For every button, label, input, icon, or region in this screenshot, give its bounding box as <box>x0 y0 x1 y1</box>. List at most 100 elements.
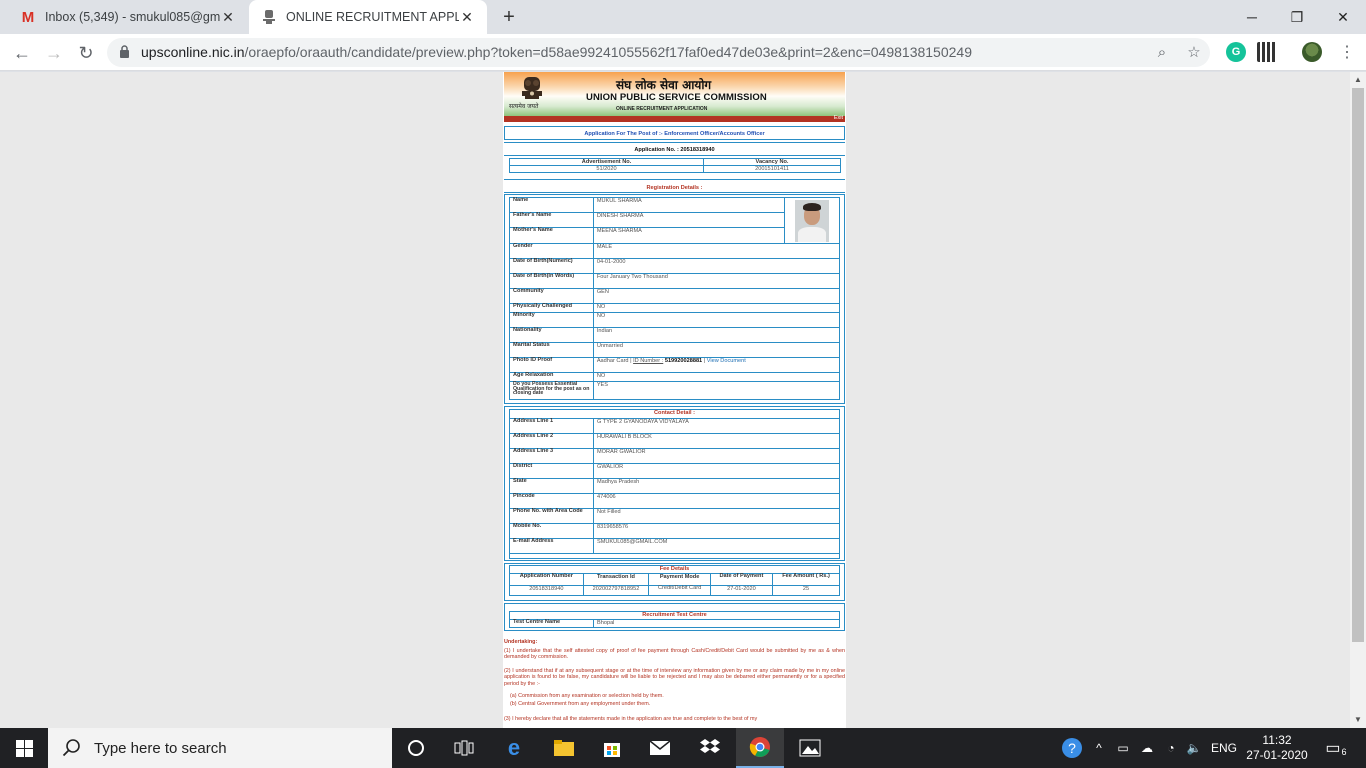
exit-bar: Exit <box>504 115 845 122</box>
name-label: Name <box>509 197 594 213</box>
zoom-icon[interactable]: ⌕ <box>1152 43 1172 63</box>
tab-gmail[interactable]: M Inbox (5,349) - smukul085@gmai ✕ <box>8 0 248 34</box>
address1-value: G TYPE 2 GYANODAYA VIDYALAYA <box>593 418 840 434</box>
vertical-scrollbar[interactable]: ▲ ▼ <box>1350 72 1366 728</box>
gmail-icon: M <box>21 8 35 26</box>
page-viewport: सत्यमेव जयते संघ लोक सेवा आयोग UNION PUB… <box>0 72 1350 728</box>
close-tab-icon[interactable]: ✕ <box>220 9 236 26</box>
notification-icon: ▭ <box>1325 740 1341 757</box>
mobile-label: Mobile No. <box>509 523 594 539</box>
language-indicator[interactable]: ENG <box>1208 728 1240 768</box>
search-icon <box>62 739 80 757</box>
scrollbar-thumb[interactable] <box>1352 88 1364 642</box>
undertaking-clause-2b: (b) Central Government from any employme… <box>510 701 651 707</box>
fee-amount: 25 <box>772 585 840 596</box>
dropbox-icon[interactable] <box>686 728 734 768</box>
exit-link[interactable]: Exit <box>834 115 843 121</box>
centre-label: Test Centre Name <box>509 619 594 628</box>
fee-header-transaction-id: Transaction Id <box>582 573 650 586</box>
marital-status-value: Unmarried <box>592 342 841 358</box>
chevron-up-icon[interactable]: ^ <box>1090 728 1108 768</box>
minimize-button[interactable]: ─ <box>1229 0 1275 34</box>
tab-title: Inbox (5,349) - smukul085@gmai <box>45 10 220 24</box>
view-document-link[interactable]: View Document <box>707 358 746 364</box>
task-view-icon[interactable] <box>440 728 488 768</box>
restore-button[interactable]: ❐ <box>1274 0 1320 34</box>
fee-header-application-number: Application Number <box>509 573 584 586</box>
mail-icon[interactable] <box>636 728 684 768</box>
profile-avatar[interactable] <box>1302 42 1322 62</box>
photo-id-label: Photo ID Proof <box>509 357 594 373</box>
gender-label: Gender <box>509 243 594 259</box>
scroll-down-arrow-icon[interactable]: ▼ <box>1350 712 1366 728</box>
state-value: Madhya Pradesh <box>593 478 840 494</box>
cortana-icon[interactable] <box>392 728 440 768</box>
minority-value: NO <box>592 312 841 328</box>
essential-qualification-value: YES <box>592 381 841 400</box>
fee-date: 27-01-2020 <box>709 585 774 596</box>
address2-value: HURAWALI B BLOCK <box>593 433 840 449</box>
fee-table: Fee Details Application Number Transacti… <box>509 565 840 596</box>
photo-shirt <box>798 227 826 242</box>
notification-count: 6 <box>1341 747 1347 757</box>
district-label: District <box>509 463 594 479</box>
store-icon[interactable] <box>588 728 636 768</box>
url-host: upsconline.nic.in <box>141 44 245 60</box>
start-button[interactable] <box>0 728 48 768</box>
file-explorer-icon[interactable] <box>540 728 588 768</box>
tab-recruitment[interactable]: ONLINE RECRUITMENT APPLICAT ✕ <box>249 0 487 34</box>
close-tab-icon[interactable]: ✕ <box>459 9 475 26</box>
close-window-button[interactable]: ✕ <box>1320 0 1366 34</box>
windows-logo-icon <box>15 739 33 757</box>
dob-numeric-label: Date of Birth(Numeric) <box>509 258 594 274</box>
age-relaxation-value: NO <box>592 372 841 382</box>
taskbar-search[interactable]: Type here to search <box>48 728 392 768</box>
grammarly-icon[interactable]: G <box>1226 42 1246 62</box>
name-value: MUKUL SHARMA <box>592 197 786 213</box>
undertaking-heading: Undertaking: <box>504 639 538 645</box>
mother-name-label: Mother's Name <box>509 227 594 244</box>
marital-status-label: Marital Status <box>509 342 594 358</box>
address-bar[interactable]: upsconline.nic.in/oraepfo/oraauth/candid… <box>107 38 1210 67</box>
divider <box>504 192 845 193</box>
clock-time: 11:32 <box>1262 733 1292 747</box>
contact-heading: Contact Detail : <box>509 409 840 419</box>
battery-icon[interactable]: ▭ <box>1112 728 1134 768</box>
edge-icon[interactable]: e <box>490 728 538 768</box>
photos-icon[interactable] <box>786 728 834 768</box>
new-tab-button[interactable]: + <box>498 6 520 28</box>
fee-transaction-id: 202002797818952 <box>582 585 650 596</box>
divider <box>504 155 845 156</box>
divider <box>504 179 845 180</box>
qr-code-icon[interactable] <box>1257 42 1277 62</box>
gender-value: MALE <box>592 243 841 259</box>
undertaking-clause-2: (2) I understand that if at any subseque… <box>504 668 845 687</box>
application-number: Application No. : 20518318940 <box>634 147 715 153</box>
chrome-icon[interactable] <box>736 728 784 768</box>
pincode-label: Pincode <box>509 493 594 509</box>
forward-button[interactable]: → <box>41 40 67 66</box>
volume-icon[interactable]: 🔈 <box>1184 728 1204 768</box>
wifi-icon[interactable]: ◔ <box>1160 728 1182 768</box>
reload-button[interactable]: ↻ <box>73 40 99 66</box>
post-title: Application For The Post of :- Enforceme… <box>584 131 765 137</box>
menu-icon[interactable]: ⋮ <box>1334 40 1360 66</box>
father-name-value: DINESH SHARMA <box>592 212 786 228</box>
help-icon[interactable]: ? <box>1058 728 1086 768</box>
dob-numeric-value: 04-01-2000 <box>592 258 841 274</box>
mobile-value: 8319658576 <box>593 523 840 539</box>
empty-row <box>509 553 840 559</box>
back-button[interactable]: ← <box>9 40 35 66</box>
photo-id-type: Aadhar Card <box>596 358 629 364</box>
scroll-up-arrow-icon[interactable]: ▲ <box>1350 72 1366 88</box>
fee-header-amount: Fee Amount ( Rs.) <box>772 573 840 586</box>
url-path: /oraepfo/oraauth/candidate/preview.php?t… <box>244 44 972 60</box>
clock[interactable]: 11:32 27-01-2020 <box>1244 728 1310 768</box>
bookmark-star-icon[interactable]: ☆ <box>1184 43 1204 63</box>
district-value: GWALIOR <box>593 463 840 479</box>
notification-center[interactable]: ▭ 6 <box>1316 728 1356 768</box>
cloud-icon[interactable]: ☁ <box>1136 728 1158 768</box>
minority-label: Minority <box>509 312 594 328</box>
community-label: Community <box>509 288 594 304</box>
id-number: 519920028881 <box>664 358 703 364</box>
